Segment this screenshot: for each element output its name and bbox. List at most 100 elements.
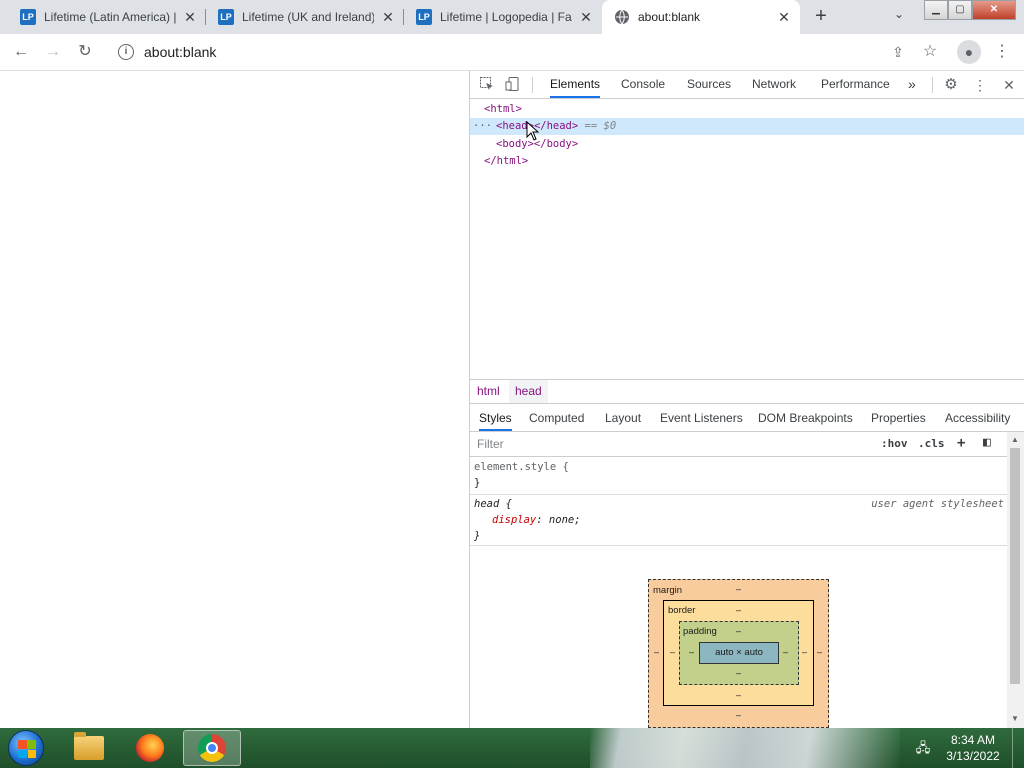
border-label: border <box>668 605 696 616</box>
dom-html-close[interactable]: </html> <box>484 153 528 170</box>
dom-head-node[interactable]: <head></head> == $0 <box>496 118 616 135</box>
dom-html-open[interactable]: <html> <box>484 101 522 118</box>
back-button[interactable]: ← <box>9 40 33 64</box>
styles-filter-input[interactable]: Filter <box>477 437 504 451</box>
page-viewport[interactable] <box>0 71 469 728</box>
tab-computed[interactable]: Computed <box>529 405 584 431</box>
padding-top-value[interactable]: – <box>736 626 741 636</box>
tab-layout[interactable]: Layout <box>605 405 641 431</box>
close-tab-icon[interactable]: ✕ <box>578 9 594 25</box>
tab-styles[interactable]: Styles <box>479 405 512 431</box>
url-text[interactable]: about:blank <box>144 44 216 60</box>
settings-gear-icon[interactable]: ⚙ <box>942 76 960 94</box>
mouse-cursor-icon <box>526 121 540 141</box>
element-style-selector[interactable]: element.style { <box>474 459 569 475</box>
tab-accessibility[interactable]: Accessibility <box>945 405 1010 431</box>
system-clock[interactable]: 8:34 AM 3/13/2022 <box>940 732 1006 764</box>
profile-avatar[interactable]: ● <box>957 40 981 64</box>
forward-button[interactable]: → <box>41 40 65 64</box>
styles-filter-bar: Filter :hov .cls + ◧ <box>470 432 1010 457</box>
tab-title: Lifetime (Latin America) | <box>44 10 176 24</box>
tab-event-listeners[interactable]: Event Listeners <box>660 405 743 431</box>
margin-bottom-value[interactable]: – <box>736 710 741 720</box>
border-right-value[interactable]: – <box>802 647 807 657</box>
reload-button[interactable]: ↻ <box>73 40 97 64</box>
share-icon[interactable]: ⇪ <box>886 40 910 64</box>
address-bar[interactable]: i about:blank <box>108 38 956 66</box>
breadcrumb: html head <box>470 379 1024 404</box>
close-tab-icon[interactable]: ✕ <box>182 9 198 25</box>
more-tabs-icon[interactable]: » <box>908 71 916 98</box>
toggle-sidebar-icon[interactable]: ◧ <box>983 435 991 450</box>
margin-left-value[interactable]: – <box>654 647 659 657</box>
margin-right-value[interactable]: – <box>817 647 822 657</box>
rule-separator <box>470 494 1010 495</box>
devtools-tabbar: Elements Console Sources Network Perform… <box>470 71 1024 99</box>
tab-performance[interactable]: Performance <box>821 71 890 98</box>
tab-console[interactable]: Console <box>621 71 665 98</box>
hover-state-toggle[interactable]: :hov <box>881 437 908 450</box>
border-left-value[interactable]: – <box>670 647 675 657</box>
padding-right-value[interactable]: – <box>783 647 788 657</box>
tab-search-button[interactable]: ⌄ <box>888 7 910 27</box>
taskbar-chrome[interactable] <box>183 730 241 766</box>
padding-bottom-value[interactable]: – <box>736 668 741 678</box>
tab-network[interactable]: Network <box>752 71 796 98</box>
close-tab-icon[interactable]: ✕ <box>380 9 396 25</box>
margin-top-value[interactable]: – <box>736 584 741 594</box>
close-devtools-icon[interactable]: ✕ <box>1000 76 1018 94</box>
padding-left-value[interactable]: – <box>689 647 694 657</box>
tab-sources[interactable]: Sources <box>687 71 731 98</box>
head-user-agent-rule: head { user agent stylesheet display: no… <box>470 496 1010 546</box>
tab-uk-ireland[interactable]: LP Lifetime (UK and Ireland) ✕ <box>206 0 404 34</box>
margin-label: margin <box>653 585 683 596</box>
browser-toolbar: ← → ↻ i about:blank ⇪ ☆ ● ⋮ <box>0 34 1024 71</box>
breadcrumb-head[interactable]: head <box>509 380 548 403</box>
start-button[interactable] <box>8 730 44 766</box>
windows-taskbar: 🖧 8:34 AM 3/13/2022 <box>0 728 1024 768</box>
new-rule-icon[interactable]: + <box>957 435 965 451</box>
new-tab-button[interactable]: + <box>808 5 834 29</box>
class-toggle[interactable]: .cls <box>918 437 945 450</box>
tab-elements[interactable]: Elements <box>550 71 601 98</box>
logopedia-favicon-icon: LP <box>20 9 36 25</box>
box-model-content-size[interactable]: auto × auto <box>699 642 779 664</box>
toolbar-separator <box>932 77 933 93</box>
logopedia-favicon-icon: LP <box>416 9 432 25</box>
devtools-menu-icon[interactable]: ⋮ <box>971 76 989 94</box>
border-bottom-value[interactable]: – <box>736 690 741 700</box>
rule-separator <box>470 545 1010 546</box>
firefox-icon <box>136 734 164 762</box>
show-desktop-button[interactable] <box>1012 728 1024 768</box>
tab-about-blank[interactable]: about:blank ✕ <box>602 0 800 34</box>
scroll-down-arrow[interactable]: ▼ <box>1010 714 1020 723</box>
restore-button[interactable]: ▢ <box>948 0 972 20</box>
clock-time: 8:34 AM <box>950 733 996 747</box>
styles-tabbar: Styles Computed Layout Event Listeners D… <box>470 405 1024 432</box>
taskbar-file-explorer[interactable] <box>60 730 118 766</box>
chrome-menu-button[interactable]: ⋮ <box>990 40 1014 64</box>
minimize-button[interactable]: ▁ <box>924 0 948 20</box>
scroll-up-arrow[interactable]: ▲ <box>1010 435 1020 444</box>
site-info-icon[interactable]: i <box>118 44 134 60</box>
taskbar-firefox[interactable] <box>121 730 179 766</box>
border-top-value[interactable]: – <box>736 605 741 615</box>
styles-scrollbar-thumb[interactable] <box>1010 448 1020 684</box>
chrome-icon <box>198 734 226 762</box>
close-window-button[interactable]: ✕ <box>972 0 1016 20</box>
tab-latin-america[interactable]: LP Lifetime (Latin America) | ✕ <box>8 0 206 34</box>
window-controls: ▁ ▢ ✕ <box>924 0 1016 20</box>
breadcrumb-html[interactable]: html <box>477 380 500 403</box>
tab-logopedia[interactable]: LP Lifetime | Logopedia | Fa ✕ <box>404 0 602 34</box>
tab-properties[interactable]: Properties <box>871 405 926 431</box>
close-tab-icon[interactable]: ✕ <box>776 9 792 25</box>
node-actions-icon[interactable]: ··· <box>473 118 492 135</box>
network-tray-icon[interactable]: 🖧 <box>914 739 932 757</box>
device-toolbar-icon[interactable] <box>504 76 522 94</box>
display-declaration[interactable]: display: none; <box>492 512 581 528</box>
globe-icon <box>615 9 629 25</box>
bookmark-star-icon[interactable]: ☆ <box>918 40 942 64</box>
head-selector[interactable]: head { <box>474 496 512 512</box>
tab-dom-breakpoints[interactable]: DOM Breakpoints <box>758 405 853 431</box>
inspect-element-icon[interactable] <box>478 76 496 94</box>
